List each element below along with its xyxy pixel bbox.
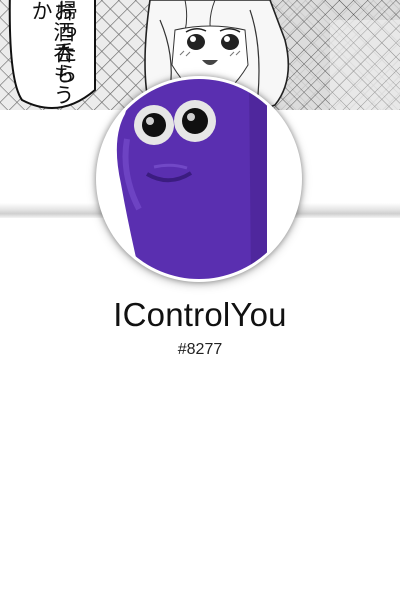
purple-creature-icon — [99, 79, 299, 279]
avatar[interactable] — [96, 76, 302, 282]
profile-card: 帰ったら お酒呑もうか IControlYou #8277 — [0, 0, 400, 600]
avatar-image — [99, 79, 299, 279]
speech-line-2: お酒呑もうか — [29, 0, 75, 105]
user-discriminator: #8277 — [177, 341, 223, 358]
username: IControlYou — [113, 296, 287, 333]
